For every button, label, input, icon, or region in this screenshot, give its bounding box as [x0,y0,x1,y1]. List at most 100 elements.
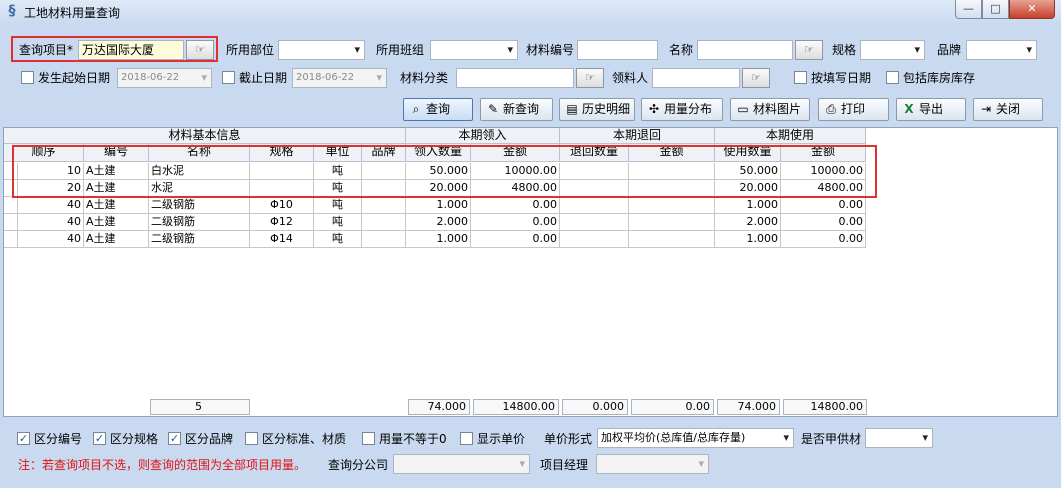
fill-date-checkbox[interactable] [794,71,807,84]
row-indicator[interactable] [4,197,18,214]
table-cell-brand[interactable] [362,197,406,214]
end-date-picker[interactable]: 2018-06-22 [292,68,387,88]
by-code-checkbox[interactable]: ✓ [17,432,30,445]
table-cell-seq[interactable]: 40 [18,197,84,214]
table-cell-ret-qty[interactable] [560,197,629,214]
table-cell-brand[interactable] [362,214,406,231]
table-cell-ret-amt[interactable] [629,180,715,197]
table-cell-code[interactable]: A土建 [84,214,149,231]
table-cell-unit[interactable]: 吨 [314,231,362,248]
history-button[interactable]: ▤ 历史明细 [559,98,635,121]
usage-distribution-button[interactable]: ✣ 用量分布 [641,98,723,121]
category-input[interactable] [456,68,574,88]
table-cell-use-qty[interactable]: 1.000 [715,197,781,214]
table-cell-use-qty[interactable]: 1.000 [715,231,781,248]
export-button[interactable]: X 导出 [896,98,966,121]
usage-not-zero-checkbox[interactable] [362,432,375,445]
column-header[interactable]: 退回数量 [560,144,629,162]
table-cell-in-amt[interactable]: 0.00 [471,231,560,248]
category-picker-button[interactable]: ☞ [576,68,604,88]
column-header[interactable]: 品牌 [362,144,406,162]
table-cell-ret-qty[interactable] [560,163,629,180]
table-cell-spec[interactable] [250,163,314,180]
table-cell-in-qty[interactable]: 2.000 [406,214,471,231]
table-cell-in-qty[interactable]: 1.000 [406,231,471,248]
table-cell-in-qty[interactable]: 50.000 [406,163,471,180]
receiver-picker-button[interactable]: ☞ [742,68,770,88]
new-query-button[interactable]: ✎ 新查询 [480,98,553,121]
print-button[interactable]: ⎙ 打印 [818,98,889,121]
column-header[interactable]: 名称 [149,144,250,162]
table-cell-use-qty[interactable]: 50.000 [715,163,781,180]
table-cell-use-amt[interactable]: 0.00 [781,214,866,231]
column-header[interactable]: 单位 [314,144,362,162]
minimize-button[interactable]: — [955,0,982,19]
table-cell-seq[interactable]: 20 [18,180,84,197]
table-cell-brand[interactable] [362,163,406,180]
table-cell-in-amt[interactable]: 0.00 [471,214,560,231]
material-pictures-button[interactable]: ▭ 材料图片 [730,98,810,121]
table-cell-name[interactable]: 二级钢筋 [149,197,250,214]
column-header[interactable]: 规格 [250,144,314,162]
table-cell-use-qty[interactable]: 2.000 [715,214,781,231]
table-cell-use-qty[interactable]: 20.000 [715,180,781,197]
project-picker-button[interactable]: ☞ [186,40,214,60]
by-brand-checkbox[interactable]: ✓ [168,432,181,445]
table-cell-use-amt[interactable]: 0.00 [781,231,866,248]
brand-select[interactable] [966,40,1037,60]
table-cell-name[interactable]: 二级钢筋 [149,231,250,248]
by-spec-checkbox[interactable]: ✓ [93,432,106,445]
results-grid[interactable]: 材料基本信息 本期领入 本期退回 本期使用 顺序 编号 名称 规格 单位 品牌 领入数量 金额 退回数量… [3,127,1058,417]
owner-supply-select[interactable] [865,428,933,448]
table-cell-unit[interactable]: 吨 [314,180,362,197]
row-indicator[interactable] [4,231,18,248]
table-cell-code[interactable]: A土建 [84,231,149,248]
table-cell-use-amt[interactable]: 10000.00 [781,163,866,180]
spec-select[interactable] [860,40,925,60]
maximize-button[interactable]: □ [982,0,1009,19]
table-cell-in-amt[interactable]: 0.00 [471,197,560,214]
table-cell-ret-amt[interactable] [629,163,715,180]
column-header[interactable]: 顺序 [4,144,84,162]
table-cell-brand[interactable] [362,180,406,197]
column-header[interactable]: 金额 [781,144,866,162]
table-cell-ret-amt[interactable] [629,214,715,231]
table-cell-unit[interactable]: 吨 [314,197,362,214]
column-header[interactable]: 金额 [471,144,560,162]
end-date-checkbox[interactable] [222,71,235,84]
manager-select[interactable] [596,454,709,474]
column-header[interactable]: 金额 [629,144,715,162]
team-select[interactable] [430,40,518,60]
table-cell-name[interactable]: 二级钢筋 [149,214,250,231]
table-cell-spec[interactable] [250,180,314,197]
column-header[interactable]: 编号 [84,144,149,162]
row-indicator[interactable] [4,214,18,231]
branch-select[interactable] [393,454,530,474]
dept-select[interactable] [278,40,365,60]
table-cell-seq[interactable]: 40 [18,214,84,231]
row-indicator[interactable] [4,180,18,197]
table-cell-unit[interactable]: 吨 [314,214,362,231]
table-cell-ret-qty[interactable] [560,231,629,248]
table-cell-in-amt[interactable]: 4800.00 [471,180,560,197]
table-cell-unit[interactable]: 吨 [314,163,362,180]
column-header[interactable]: 领入数量 [406,144,471,162]
table-cell-code[interactable]: A土建 [84,197,149,214]
receiver-input[interactable] [652,68,740,88]
start-date-picker[interactable]: 2018-06-22 [117,68,212,88]
price-form-select[interactable]: 加权平均价(总库值/总库存量) [597,428,794,448]
table-cell-in-qty[interactable]: 1.000 [406,197,471,214]
table-cell-ret-qty[interactable] [560,180,629,197]
table-cell-in-qty[interactable]: 20.000 [406,180,471,197]
table-cell-name[interactable]: 白水泥 [149,163,250,180]
table-cell-name[interactable]: 水泥 [149,180,250,197]
table-cell-ret-amt[interactable] [629,231,715,248]
table-cell-use-amt[interactable]: 4800.00 [781,180,866,197]
show-price-checkbox[interactable] [460,432,473,445]
name-input[interactable] [697,40,793,60]
include-warehouse-checkbox[interactable] [886,71,899,84]
table-cell-ret-qty[interactable] [560,214,629,231]
query-button[interactable]: ⌕ 查询 [403,98,473,121]
table-cell-spec[interactable]: Φ14 [250,231,314,248]
table-cell-seq[interactable]: 40 [18,231,84,248]
